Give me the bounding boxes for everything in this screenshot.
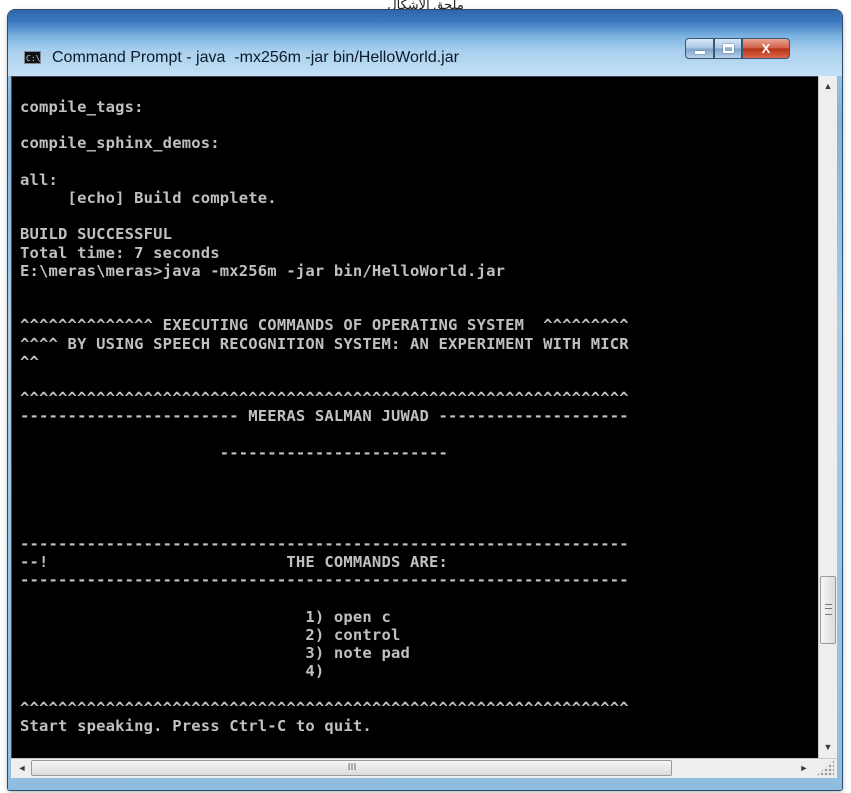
horizontal-scrollbar[interactable]: ◄ III ► (11, 758, 837, 778)
close-button[interactable]: X (742, 38, 790, 59)
page-caption: ملحق الاشكال (387, 0, 464, 10)
console-text: compile_tags: compile_sphinx_demos: all:… (20, 98, 629, 735)
scroll-right-icon[interactable]: ► (797, 759, 811, 778)
command-prompt-window: C:\ Command Prompt - java -mx256m -jar b… (8, 10, 842, 790)
console-output[interactable]: compile_tags: compile_sphinx_demos: all:… (11, 76, 818, 758)
title-bar[interactable]: C:\ Command Prompt - java -mx256m -jar b… (8, 10, 842, 76)
grip-icon: III (347, 762, 357, 773)
cmd-icon[interactable]: C:\ (24, 51, 41, 64)
window-title: Command Prompt - java -mx256m -jar bin/H… (52, 49, 459, 66)
minimize-icon (695, 51, 705, 54)
scroll-down-icon[interactable]: ▼ (819, 739, 837, 756)
maximize-button[interactable] (714, 38, 742, 59)
horizontal-scroll-thumb[interactable]: III (31, 760, 672, 776)
scroll-up-icon[interactable]: ▲ (819, 78, 837, 95)
scroll-left-icon[interactable]: ◄ (15, 759, 29, 778)
maximize-icon (723, 44, 734, 53)
vertical-scroll-thumb[interactable] (820, 576, 836, 644)
vertical-scrollbar[interactable]: ▲ ▼ (818, 76, 837, 758)
close-icon: X (761, 41, 771, 56)
minimize-button[interactable] (685, 38, 714, 59)
grip-icon (825, 604, 832, 615)
